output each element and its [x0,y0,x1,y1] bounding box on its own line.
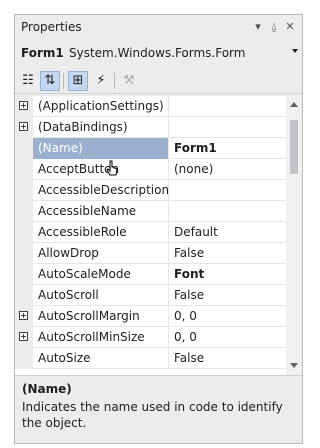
property-name[interactable]: AccessibleRole [33,222,169,243]
property-value[interactable] [170,201,286,222]
property-value[interactable] [170,117,286,138]
row-margin [15,264,33,285]
row-margin [15,222,33,243]
row-margin [15,285,33,306]
property-value[interactable] [170,180,286,201]
properties-panel: Properties ▾ ⍙ ✕ Form1 System.Windows.Fo… [14,14,303,444]
row-margin [15,180,33,201]
row-margin [15,138,33,159]
property-name[interactable]: AutoScaleMode [33,264,169,285]
property-name[interactable]: AccessibleDescription [33,180,169,201]
events-button[interactable]: ⚡ [91,71,111,91]
chevron-down-icon[interactable] [292,49,298,53]
row-margin [15,348,33,369]
expand-icon[interactable] [19,332,28,341]
property-name[interactable]: AccessibleName [33,201,169,222]
property-name[interactable]: AcceptButton [33,159,169,180]
description-pane: (Name) Indicates the name used in code t… [15,375,302,443]
selected-object-type: System.Windows.Forms.Form [69,46,246,60]
property-name[interactable]: (ApplicationSettings) [33,96,169,117]
property-value[interactable]: Default [170,222,286,243]
property-name[interactable]: AllowDrop [33,243,169,264]
property-row[interactable]: AutoScroll False [15,285,286,306]
row-margin [15,327,33,348]
categorized-button[interactable]: ☷ [18,71,38,91]
property-name[interactable]: AutoSize [33,348,169,369]
toolbar-separator [63,73,64,89]
property-row[interactable]: AccessibleDescription [15,180,286,201]
property-name[interactable]: AutoScrollMargin [33,306,169,327]
property-row[interactable]: AcceptButton (none) [15,159,286,180]
property-value[interactable]: 0, 0 [170,327,286,348]
property-row[interactable]: (DataBindings) [15,117,286,138]
vertical-scrollbar[interactable] [286,96,302,375]
scroll-thumb[interactable] [290,120,298,174]
object-selector[interactable]: Form1 System.Windows.Forms.Form [15,42,302,66]
property-row[interactable]: (ApplicationSettings) [15,96,286,117]
expand-icon[interactable] [19,122,28,131]
property-pages-button[interactable]: ⚒ [119,71,139,91]
mouse-cursor-icon [106,160,118,176]
property-value[interactable]: False [170,243,286,264]
row-margin [15,243,33,264]
property-row[interactable]: AccessibleName [15,201,286,222]
close-icon[interactable]: ✕ [283,20,297,34]
property-row[interactable]: (Name) Form1 [15,138,286,159]
property-row[interactable]: AutoScrollMinSize 0, 0 [15,327,286,348]
row-margin [15,201,33,222]
property-value[interactable] [170,96,286,117]
scroll-down-icon[interactable] [290,363,298,368]
property-value[interactable]: Font [170,264,286,285]
property-value[interactable]: 0, 0 [170,306,286,327]
properties-button[interactable]: ⊞ [68,71,88,91]
scroll-up-icon[interactable] [290,102,298,107]
property-row[interactable]: AutoScaleMode Font [15,264,286,285]
description-text: Indicates the name used in code to ident… [22,400,283,430]
description-title: (Name) [22,382,72,396]
row-margin [15,306,33,327]
selected-object-name: Form1 [21,46,64,60]
row-margin [15,159,33,180]
pin-icon[interactable]: ⍙ [267,20,281,34]
property-name[interactable]: (Name) [33,138,169,159]
property-name[interactable]: AutoScroll [33,285,169,306]
expand-icon[interactable] [19,101,28,110]
property-row[interactable]: AutoScrollMargin 0, 0 [15,306,286,327]
title-bar: Properties ▾ ⍙ ✕ [15,15,302,41]
property-value[interactable]: Form1 [170,138,286,159]
property-value[interactable]: (none) [170,159,286,180]
dropdown-icon[interactable]: ▾ [251,20,265,34]
property-row[interactable]: AllowDrop False [15,243,286,264]
row-margin [15,96,33,117]
property-row[interactable]: AccessibleRole Default [15,222,286,243]
row-margin [15,117,33,138]
property-value[interactable]: False [170,285,286,306]
property-name[interactable]: (DataBindings) [33,117,169,138]
property-grid: (ApplicationSettings) (DataBindings) (Name… [15,96,286,375]
toolbar-separator [114,73,115,89]
alphabetical-button[interactable]: ⇅ [40,71,60,91]
property-row[interactable]: AutoSize False [15,348,286,369]
properties-toolbar: ☷ ⇅ ⊞ ⚡ ⚒ [15,67,302,94]
panel-title: Properties [21,20,82,34]
property-value[interactable]: False [170,348,286,369]
expand-icon[interactable] [19,311,28,320]
property-name[interactable]: AutoScrollMinSize [33,327,169,348]
